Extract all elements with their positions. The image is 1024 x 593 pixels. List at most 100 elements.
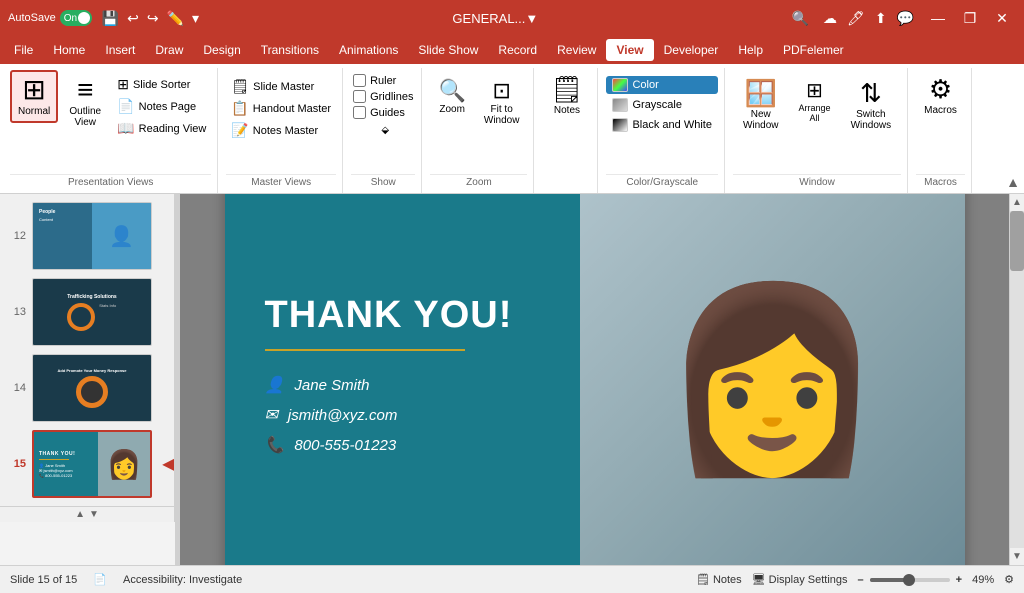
- menu-bar: File Home Insert Draw Design Transitions…: [0, 36, 1024, 64]
- share-icon[interactable]: ⬆: [875, 10, 887, 27]
- show-label: Show: [351, 174, 415, 191]
- ruler-checkbox[interactable]: [353, 74, 366, 87]
- slide-item-15[interactable]: 15 THANK YOU! 👤 Jane Smith ✉ jsmith@xyz.…: [0, 426, 174, 502]
- save-icon[interactable]: 💾: [102, 10, 119, 27]
- undo-icon[interactable]: ↩: [127, 10, 139, 27]
- pen-icon[interactable]: ✏️: [167, 10, 184, 27]
- slide-sorter-icon: ⊞: [117, 76, 129, 93]
- slide-item-12[interactable]: 12 People Content 👤: [0, 198, 174, 274]
- ruler-check[interactable]: Ruler: [353, 74, 413, 87]
- pen2-icon[interactable]: 🖊: [847, 10, 865, 27]
- new-window-button[interactable]: 🪟 New Window: [735, 74, 787, 135]
- accessibility-status[interactable]: Accessibility: Investigate: [123, 574, 242, 586]
- menu-pdfelemer[interactable]: PDFelemer: [773, 39, 854, 61]
- window-controls: — ❐ ✕: [924, 6, 1016, 30]
- show-checkboxes: Ruler Gridlines Guides: [351, 70, 415, 123]
- fit-to-window-button[interactable]: ⊡ Fit to Window: [478, 74, 526, 130]
- slide-list: 12 People Content 👤: [0, 194, 174, 506]
- zoom-label: Zoom: [430, 174, 527, 191]
- menu-file[interactable]: File: [4, 39, 43, 61]
- menu-record[interactable]: Record: [488, 39, 547, 61]
- ribbon-collapse-button[interactable]: ▲: [1006, 174, 1020, 190]
- menu-slideshow[interactable]: Slide Show: [408, 39, 488, 61]
- slide-info: Slide 15 of 15: [10, 574, 77, 586]
- zoom-slider-track[interactable]: [870, 578, 950, 582]
- slide-background: THANK YOU! 👤 Jane Smith ✉ jsmith@xyz.com…: [225, 194, 965, 565]
- settings-gear-icon[interactable]: ⚙: [1004, 573, 1014, 586]
- comment-icon[interactable]: 💬: [897, 10, 914, 27]
- scroll-down-button[interactable]: ▼: [1010, 548, 1024, 565]
- gridlines-check[interactable]: Gridlines: [353, 90, 413, 103]
- zoom-button[interactable]: 🔍 Zoom: [432, 74, 471, 119]
- menu-design[interactable]: Design: [193, 39, 250, 61]
- notes-icon: 🗒: [550, 74, 583, 105]
- show-dialog-button[interactable]: ⬙: [377, 125, 389, 136]
- switch-windows-icon: ⇅: [860, 78, 882, 109]
- menu-home[interactable]: Home: [43, 39, 95, 61]
- search-icon[interactable]: 🔍: [792, 10, 809, 27]
- maximize-button[interactable]: ❐: [956, 6, 984, 30]
- zoom-minus-button[interactable]: –: [858, 574, 864, 586]
- slide-scroll-down[interactable]: ▼: [89, 509, 99, 520]
- menu-review[interactable]: Review: [547, 39, 606, 61]
- zoom-slider-thumb[interactable]: [903, 574, 915, 586]
- handout-master-button[interactable]: 📋 Handout Master: [226, 98, 336, 119]
- slide-item-13[interactable]: 13 Trafficking Solutions Stats Info: [0, 274, 174, 350]
- normal-view-button[interactable]: ⊞ Normal: [10, 70, 58, 123]
- menu-help[interactable]: Help: [728, 39, 773, 61]
- notes-button[interactable]: 🗒 Notes: [542, 70, 591, 120]
- notes-status-button[interactable]: 🗒 Notes: [696, 573, 742, 586]
- status-right: 🗒 Notes 🖥 Display Settings – + 49% ⚙: [696, 573, 1014, 586]
- slide-panel-scroll-bottom: ▲ ▼: [0, 506, 175, 522]
- switch-windows-button[interactable]: ⇅ Switch Windows: [843, 74, 900, 135]
- gold-divider: [265, 349, 465, 351]
- black-white-button[interactable]: Black and White: [606, 116, 717, 134]
- vertical-scrollbar[interactable]: ▲ ▼: [1009, 194, 1024, 565]
- menu-developer[interactable]: Developer: [654, 39, 729, 61]
- presentation-views-label: Presentation Views: [10, 174, 211, 191]
- notes-status-icon: 🗒: [696, 573, 710, 586]
- color-button[interactable]: Color: [606, 76, 717, 94]
- menu-animations[interactable]: Animations: [329, 39, 408, 61]
- reading-view-button[interactable]: 📖 Reading View: [112, 118, 211, 139]
- minimize-button[interactable]: —: [924, 6, 952, 30]
- notes-master-button[interactable]: 📝 Notes Master: [226, 120, 336, 141]
- slide-master-button[interactable]: 🗒 Slide Master: [226, 76, 336, 97]
- macros-label: Macros: [916, 174, 965, 191]
- ribbon: ⊞ Normal ≡ Outline View ⊞ Slide Sorter 📄…: [0, 64, 1024, 194]
- master-views-group: 🗒 Slide Master 📋 Handout Master 📝 Notes …: [220, 68, 343, 193]
- zoom-icon: 🔍: [438, 78, 465, 104]
- gridlines-checkbox[interactable]: [353, 90, 366, 103]
- slide-item-14[interactable]: 14 Add Promote Your Money Response: [0, 350, 174, 426]
- outline-view-button[interactable]: ≡ Outline View: [60, 70, 110, 134]
- guides-checkbox[interactable]: [353, 106, 366, 119]
- fit-icon: ⊡: [492, 78, 510, 104]
- zoom-group: 🔍 Zoom ⊡ Fit to Window Zoom: [424, 68, 534, 193]
- notes-group: 🗒 Notes: [536, 68, 598, 193]
- notes-page-button[interactable]: 📄 Notes Page: [112, 96, 211, 117]
- menu-insert[interactable]: Insert: [95, 39, 145, 61]
- more-icon[interactable]: ▾: [192, 10, 199, 27]
- scroll-thumb[interactable]: [1010, 211, 1024, 271]
- slide-sorter-button[interactable]: ⊞ Slide Sorter: [112, 74, 211, 95]
- cloud-icon[interactable]: ☁: [823, 10, 837, 27]
- guides-check[interactable]: Guides: [353, 106, 413, 119]
- zoom-level: 49%: [972, 574, 994, 586]
- menu-transitions[interactable]: Transitions: [251, 39, 329, 61]
- scroll-up-button[interactable]: ▲: [1010, 194, 1024, 211]
- grayscale-swatch-icon: [612, 98, 628, 112]
- close-button[interactable]: ✕: [988, 6, 1016, 30]
- menu-view[interactable]: View: [606, 39, 653, 61]
- arrange-all-button[interactable]: ⊞ Arrange All: [791, 74, 839, 127]
- menu-draw[interactable]: Draw: [145, 39, 193, 61]
- grayscale-button[interactable]: Grayscale: [606, 96, 717, 114]
- zoom-plus-button[interactable]: +: [956, 574, 962, 586]
- slide-scroll-up[interactable]: ▲: [75, 509, 85, 520]
- display-settings-button[interactable]: 🖥 Display Settings: [752, 573, 848, 586]
- slide-title: THANK YOU!: [265, 294, 570, 337]
- macros-button[interactable]: ⚙ Macros: [916, 70, 965, 120]
- slide-canvas[interactable]: THANK YOU! 👤 Jane Smith ✉ jsmith@xyz.com…: [180, 194, 1009, 565]
- show-group: Ruler Gridlines Guides ⬙ Show: [345, 68, 422, 193]
- redo-icon[interactable]: ↪: [147, 10, 159, 27]
- autosave-toggle[interactable]: On: [60, 10, 92, 26]
